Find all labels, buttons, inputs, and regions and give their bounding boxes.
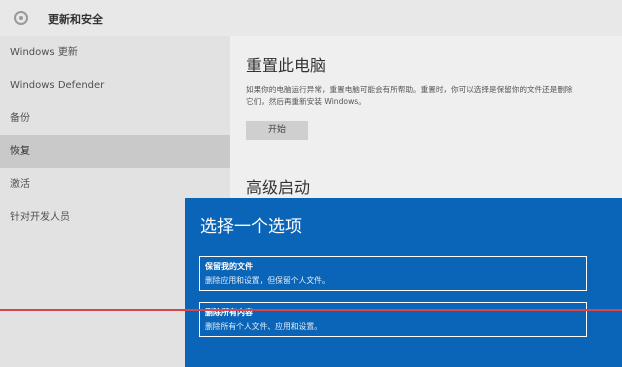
option-description: 删除所有个人文件、应用和设置。 bbox=[205, 322, 322, 331]
dialog-title: 选择一个选项 bbox=[200, 217, 302, 237]
page-title: 更新和安全 bbox=[48, 13, 103, 26]
keep-my-files-option[interactable]: 保留我的文件 删除应用和设置，但保留个人文件。 bbox=[199, 256, 587, 291]
advanced-startup-heading: 高级启动 bbox=[246, 178, 311, 197]
red-annotation-line bbox=[0, 309, 622, 311]
remove-everything-option[interactable]: 删除所有内容 删除所有个人文件、应用和设置。 bbox=[199, 302, 587, 337]
sidebar-item-activation[interactable]: 激活 bbox=[0, 168, 230, 201]
option-title: 保留我的文件 bbox=[205, 262, 253, 271]
reset-pc-heading: 重置此电脑 bbox=[246, 56, 327, 75]
sidebar-item-windows-defender[interactable]: Windows Defender bbox=[0, 69, 230, 102]
start-button[interactable]: 开始 bbox=[246, 121, 308, 140]
sidebar-item-backup[interactable]: 备份 bbox=[0, 102, 230, 135]
reset-pc-description: 如果你的电脑运行异常，重置电脑可能会有所帮助。重置时，你可以选择是保留你的文件还… bbox=[246, 85, 573, 106]
sidebar-item-recovery[interactable]: 恢复 bbox=[0, 135, 230, 168]
gear-icon bbox=[14, 11, 28, 25]
sidebar-item-windows-update[interactable]: Windows 更新 bbox=[0, 36, 230, 69]
option-description: 删除应用和设置，但保留个人文件。 bbox=[205, 276, 330, 285]
